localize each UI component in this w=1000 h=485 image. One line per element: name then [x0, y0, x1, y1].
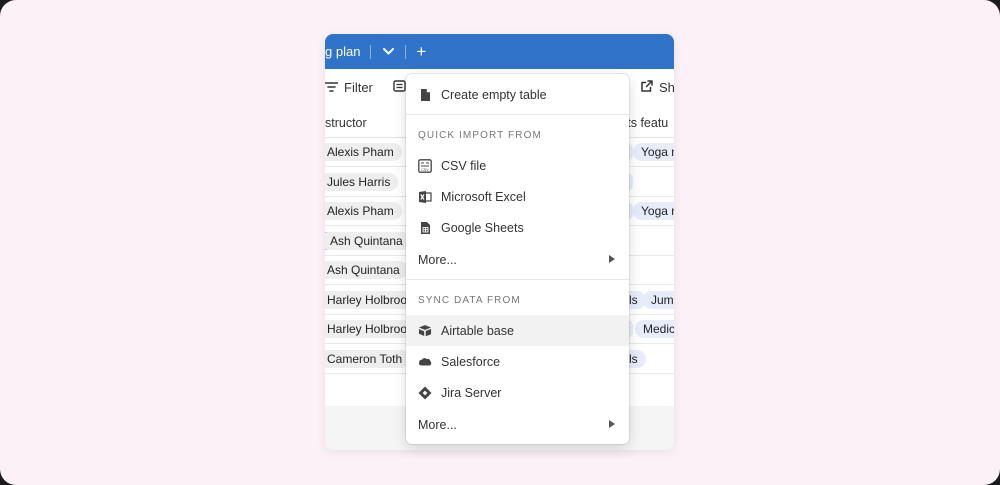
add-table-button[interactable]: +	[416, 43, 426, 60]
sync-data-heading: SYNC DATA FROM	[418, 295, 521, 306]
salesforce-cloud-icon	[418, 355, 432, 369]
page-background: g plan + Filter Sh structor cts featu Al…	[0, 0, 1000, 485]
instructor-chip: Jules Harris	[325, 173, 399, 191]
create-empty-table-item[interactable]: Create empty table	[406, 79, 629, 110]
column-header-instructor[interactable]: structor	[325, 116, 367, 130]
tab-separator	[370, 44, 372, 59]
group-icon	[393, 80, 406, 95]
sync-salesforce-item[interactable]: Salesforce	[406, 346, 629, 377]
instructor-chip: Alexis Pham	[325, 143, 402, 161]
product-chip: Yoga m	[633, 202, 674, 220]
product-chip: Medic	[635, 320, 674, 338]
import-google-sheets-item[interactable]: Google Sheets	[406, 212, 629, 243]
share-icon	[641, 80, 653, 95]
more-import-label: More...	[418, 252, 457, 267]
sync-airtable-label: Airtable base	[441, 323, 514, 338]
menu-divider	[406, 279, 629, 280]
share-label: Sha	[659, 80, 674, 95]
product-chip: Yoga m	[633, 143, 674, 161]
csv-file-icon: CSV	[418, 158, 432, 173]
more-sync-options-item[interactable]: More...	[406, 409, 629, 440]
table-tabs-bar: g plan +	[325, 34, 674, 69]
airtable-icon	[418, 324, 432, 338]
svg-text:CSV: CSV	[421, 168, 429, 172]
import-excel-item[interactable]: Microsoft Excel	[406, 181, 629, 212]
quick-import-heading: QUICK IMPORT FROM	[418, 130, 542, 141]
instructor-chip: Ash Quintana	[325, 261, 408, 279]
instructor-chip: Cameron Toth	[325, 350, 411, 368]
more-import-options-item[interactable]: More...	[406, 244, 629, 275]
tab-table-name[interactable]: g plan	[325, 44, 360, 59]
filter-button[interactable]: Filter	[325, 80, 373, 95]
more-sync-label: More...	[418, 417, 457, 432]
tab-separator	[405, 44, 407, 59]
instructor-chip: Ash Quintana	[325, 232, 411, 250]
jira-icon	[418, 386, 432, 400]
product-chip: Jump	[643, 291, 674, 309]
import-google-sheets-label: Google Sheets	[441, 220, 524, 235]
google-sheets-icon	[418, 221, 432, 235]
sync-salesforce-label: Salesforce	[441, 354, 501, 369]
import-csv-label: CSV file	[441, 158, 487, 173]
share-view-button[interactable]: Sha	[641, 80, 674, 95]
create-empty-table-label: Create empty table	[441, 87, 547, 102]
import-csv-item[interactable]: CSV CSV file	[406, 150, 629, 181]
chevron-down-icon[interactable]	[381, 48, 395, 55]
sync-airtable-base-item[interactable]: Airtable base	[406, 315, 629, 346]
filter-label: Filter	[344, 80, 373, 95]
sync-jira-label: Jira Server	[441, 385, 502, 400]
instructor-chip: Alexis Pham	[325, 202, 402, 220]
submenu-arrow-icon	[609, 420, 615, 428]
filter-icon	[325, 80, 339, 95]
document-icon	[418, 88, 432, 102]
group-button[interactable]	[393, 80, 406, 95]
excel-icon	[418, 190, 432, 204]
submenu-arrow-icon	[609, 255, 615, 263]
sync-jira-server-item[interactable]: Jira Server	[406, 377, 629, 408]
import-excel-label: Microsoft Excel	[441, 189, 526, 204]
add-table-menu: Create empty table QUICK IMPORT FROM CSV…	[406, 74, 629, 444]
menu-divider	[406, 114, 629, 115]
